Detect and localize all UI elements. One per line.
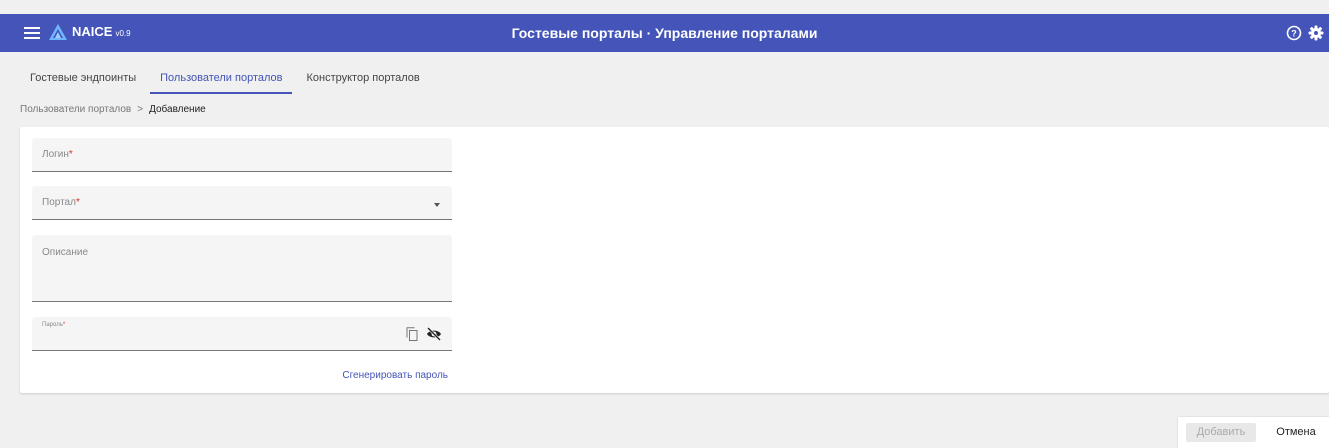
page-title: Гостевые порталы · Управление порталами <box>511 25 818 41</box>
cancel-button[interactable]: Отмена <box>1268 423 1324 442</box>
menu-icon[interactable] <box>24 25 40 41</box>
breadcrumb-current: Добавление <box>149 104 206 115</box>
logo-icon <box>49 24 67 40</box>
description-label: Описание <box>42 247 89 258</box>
gear-icon[interactable] <box>1308 25 1324 41</box>
breadcrumb-separator: > <box>137 104 144 115</box>
password-field[interactable]: Пароль* <box>32 317 452 351</box>
tab-bar: Гостевые эндпоинты Пользователи порталов… <box>20 64 434 94</box>
password-label: Пароль* <box>42 322 66 328</box>
generate-password-link[interactable]: Сгенерировать пароль <box>322 370 448 381</box>
portal-label: Портал* <box>42 197 80 208</box>
breadcrumb-parent[interactable]: Пользователи порталов <box>20 104 131 115</box>
portal-select[interactable]: Портал* <box>32 186 452 220</box>
top-bar: NAICE v0.9 Гостевые порталы · Управление … <box>0 14 1329 52</box>
brand[interactable]: NAICE v0.9 <box>72 24 131 39</box>
chevron-down-icon[interactable] <box>434 203 440 207</box>
form-card: Логин* Портал* Описание Пароль* Сгенерир… <box>20 127 1329 393</box>
copy-icon[interactable] <box>406 327 418 341</box>
tab-guest-endpoints[interactable]: Гостевые эндпоинты <box>20 64 146 92</box>
action-bar: Добавить Отмена <box>1178 417 1329 448</box>
add-button[interactable]: Добавить <box>1186 423 1256 442</box>
eye-off-icon[interactable] <box>426 327 442 341</box>
tab-portal-users[interactable]: Пользователи порталов <box>150 64 293 94</box>
help-icon[interactable]: ? <box>1286 25 1302 41</box>
description-field[interactable]: Описание <box>32 235 452 302</box>
login-field[interactable]: Логин* <box>32 138 452 172</box>
brand-name: NAICE <box>72 24 113 39</box>
breadcrumb: Пользователи порталов > Добавление <box>20 104 206 115</box>
tab-portal-builder[interactable]: Конструктор порталов <box>296 64 429 92</box>
svg-text:?: ? <box>1291 29 1297 39</box>
brand-version: v0.9 <box>115 29 131 38</box>
login-label: Логин* <box>42 149 73 160</box>
